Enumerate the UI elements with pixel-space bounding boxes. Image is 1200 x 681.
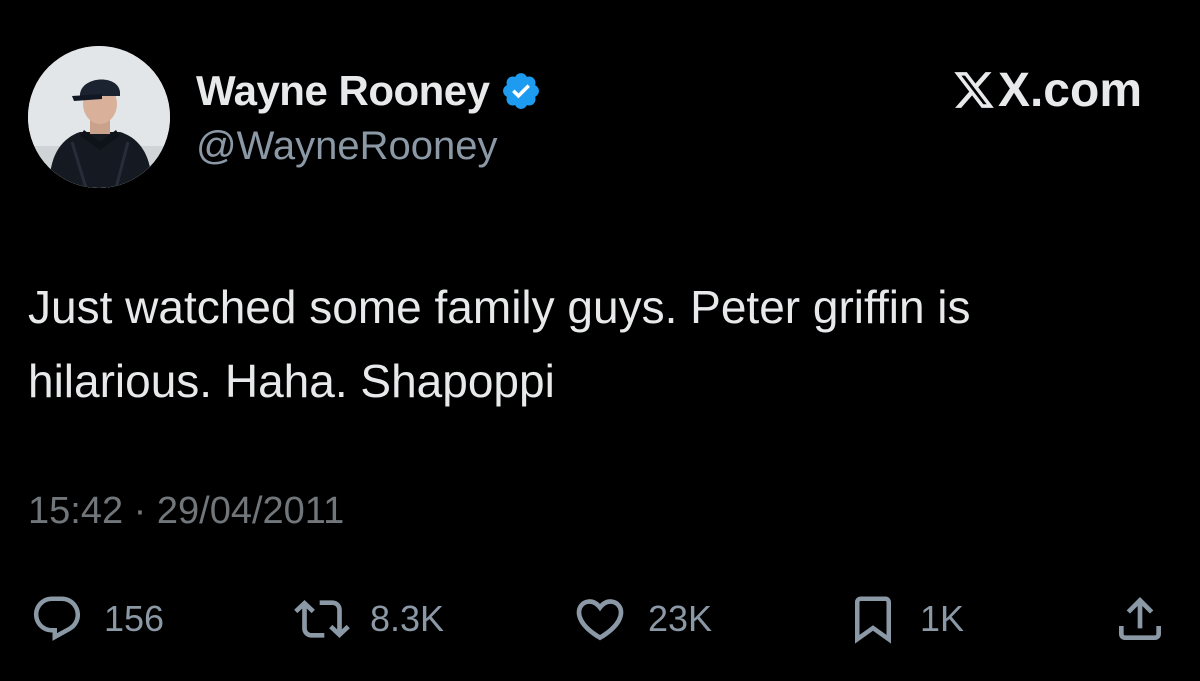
reply-button[interactable]: 156 bbox=[30, 588, 164, 650]
retweet-button[interactable]: 8.3K bbox=[294, 588, 444, 650]
retweet-icon bbox=[294, 600, 350, 638]
tweet-text-line-2: hilarious. Haha. Shapoppi bbox=[28, 355, 555, 407]
x-logo-icon bbox=[952, 68, 996, 112]
verified-badge-icon bbox=[500, 70, 542, 112]
share-icon bbox=[1119, 597, 1161, 640]
reply-icon bbox=[33, 596, 81, 641]
display-name[interactable]: Wayne Rooney bbox=[196, 67, 490, 115]
heart-icon bbox=[576, 599, 624, 641]
retweet-count: 8.3K bbox=[370, 598, 445, 639]
like-button[interactable]: 23K bbox=[572, 588, 712, 650]
bookmark-icon bbox=[855, 596, 891, 644]
reply-count: 156 bbox=[104, 598, 165, 639]
tweet-timestamp[interactable]: 15:42 · 29/04/2011 bbox=[28, 490, 344, 533]
x-brand: X.com bbox=[952, 62, 1142, 118]
avatar[interactable] bbox=[28, 46, 170, 188]
share-button[interactable] bbox=[1112, 588, 1168, 650]
brand-label: X.com bbox=[997, 63, 1142, 117]
like-count: 23K bbox=[648, 598, 713, 639]
bookmark-button[interactable]: 1K bbox=[846, 588, 964, 650]
tweet-card: Wayne Rooney @WayneRooney X.com Just wat… bbox=[0, 0, 1200, 681]
tweet-text-line-1: Just watched some family guys. Peter gri… bbox=[28, 281, 971, 333]
tweet-text: Just watched some family guys. Peter gri… bbox=[28, 270, 1178, 418]
avatar-photo bbox=[28, 46, 170, 188]
author-name-row[interactable]: Wayne Rooney bbox=[196, 64, 542, 118]
author-handle[interactable]: @WayneRooney bbox=[196, 124, 497, 169]
bookmark-count: 1K bbox=[920, 598, 965, 639]
action-bar: 156 8.3K 23K 1K bbox=[0, 588, 1200, 650]
